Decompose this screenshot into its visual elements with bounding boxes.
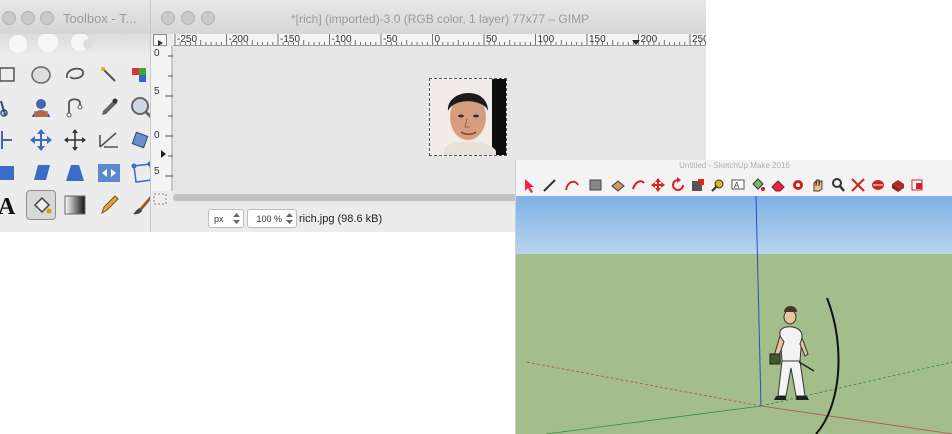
updown-arrows-icon xyxy=(286,213,293,224)
sky xyxy=(516,196,952,254)
paintbrush-tool-icon[interactable] xyxy=(128,190,152,220)
sketchup-window: Untitled - SketchUp Make 2016 A xyxy=(515,160,952,434)
rotate-tool-icon[interactable] xyxy=(128,125,152,155)
extension-warehouse-icon[interactable] xyxy=(890,177,906,193)
hruler-label: 0 xyxy=(434,34,441,45)
toolbox-titlebar: Toolbox - T... xyxy=(0,0,152,34)
image-window-titlebar: *[rich] (imported)-3.0 (RGB color, 1 lay… xyxy=(151,0,706,34)
measure-tool-icon[interactable] xyxy=(0,125,22,155)
tape-measure-icon[interactable] xyxy=(710,177,726,193)
hruler-label: 150 xyxy=(589,34,606,45)
file-info-label: rich.jpg (98.6 kB) xyxy=(299,213,383,225)
sketchup-title: Untitled - SketchUp Make 2016 xyxy=(516,160,952,171)
portrait-photo xyxy=(430,79,506,155)
hruler-label: -100 xyxy=(331,34,352,45)
hruler-label: 250 xyxy=(692,34,706,45)
hruler-label: 200 xyxy=(640,34,658,45)
hruler-label: -50 xyxy=(383,34,398,45)
ground-plane xyxy=(516,254,952,434)
crop-tool-icon[interactable] xyxy=(94,125,124,155)
rectangle-tool-icon[interactable] xyxy=(588,177,604,193)
scale-tool-icon[interactable] xyxy=(690,177,706,193)
hruler-label: -150 xyxy=(280,34,301,45)
pencil-tool-icon[interactable] xyxy=(94,190,124,220)
sketchup-viewport[interactable] xyxy=(516,195,952,434)
eraser-tool-icon[interactable] xyxy=(770,177,786,193)
scissors-select-icon[interactable] xyxy=(0,93,22,123)
paint-bucket-icon[interactable] xyxy=(750,177,766,193)
free-select-icon[interactable] xyxy=(60,60,90,90)
select-by-color-icon[interactable] xyxy=(128,60,152,90)
zoom-extents-icon[interactable] xyxy=(850,177,866,193)
fuzzy-select-icon[interactable] xyxy=(94,60,124,90)
shear-tool-icon[interactable] xyxy=(26,158,56,188)
rotate-tool-icon[interactable] xyxy=(670,177,686,193)
hruler-label: -200 xyxy=(228,34,249,45)
unit-value: px xyxy=(214,214,224,224)
orbit-tool-icon[interactable] xyxy=(790,177,806,193)
scale-tool-icon[interactable] xyxy=(0,158,22,188)
hruler-label: 50 xyxy=(486,34,498,45)
rect-select-icon[interactable] xyxy=(0,60,22,90)
vruler-label: 5 xyxy=(154,166,160,177)
hruler-label: -250 xyxy=(177,34,198,45)
svg-text:A: A xyxy=(0,194,16,220)
foreground-select-icon[interactable] xyxy=(26,93,56,123)
offset-tool-icon[interactable] xyxy=(630,177,646,193)
minimize-window-button[interactable] xyxy=(181,11,195,25)
image-layer[interactable] xyxy=(429,78,507,156)
wilber-logo-strip xyxy=(0,32,152,58)
perspective-tool-icon[interactable] xyxy=(60,158,90,188)
move-tool-icon[interactable] xyxy=(26,125,56,155)
push-pull-icon[interactable] xyxy=(610,177,626,193)
zoom-selector[interactable]: 100 % xyxy=(247,209,297,228)
line-tool-icon[interactable] xyxy=(542,177,558,193)
updown-arrows-icon xyxy=(233,213,240,224)
cage-transform-icon[interactable] xyxy=(128,158,152,188)
bucket-fill-icon[interactable] xyxy=(26,190,56,220)
move-tool-icon[interactable] xyxy=(650,177,666,193)
3d-warehouse-icon[interactable] xyxy=(870,177,886,193)
text-tool-icon[interactable]: A xyxy=(730,177,746,193)
color-picker-icon[interactable] xyxy=(94,93,124,123)
flip-tool-icon[interactable] xyxy=(94,158,124,188)
zoom-window-button[interactable] xyxy=(40,11,54,25)
close-window-button[interactable] xyxy=(161,11,175,25)
align-tool-icon[interactable] xyxy=(60,125,90,155)
svg-text:A: A xyxy=(734,181,740,190)
vruler-label: 0 xyxy=(154,48,160,59)
toolbox-row-partial xyxy=(0,226,152,232)
layout-send-icon[interactable] xyxy=(910,177,926,193)
zoom-value: 100 % xyxy=(256,214,282,224)
vruler-label: 0 xyxy=(154,130,160,141)
blend-tool-icon[interactable] xyxy=(60,190,90,220)
image-window-title: *[rich] (imported)-3.0 (RGB color, 1 lay… xyxy=(291,12,590,26)
hruler-label: 100 xyxy=(537,34,555,45)
image-menu-button[interactable] xyxy=(153,34,167,46)
unit-selector[interactable]: px xyxy=(208,209,244,228)
zoom-tool-icon[interactable] xyxy=(830,177,846,193)
paths-tool-icon[interactable] xyxy=(60,93,90,123)
pan-tool-icon[interactable] xyxy=(810,177,826,193)
vruler-label: 5 xyxy=(154,86,160,97)
minimize-window-button[interactable] xyxy=(21,11,35,25)
horizontal-ruler[interactable]: -250 -200 -150 -100 -50 0 50 100 150 200 250 xyxy=(173,34,706,46)
vertical-ruler[interactable]: 0 5 0 5 xyxy=(151,46,173,191)
ellipse-select-icon[interactable] xyxy=(26,60,56,90)
quick-mask-toggle[interactable] xyxy=(153,192,167,205)
gimp-toolbox-window: Toolbox - T... A xyxy=(0,0,152,232)
model-scene xyxy=(516,195,952,434)
zoom-tool-icon[interactable] xyxy=(128,93,152,123)
close-window-button[interactable] xyxy=(2,11,16,25)
arc-tool-icon[interactable] xyxy=(564,177,580,193)
text-tool-icon[interactable]: A xyxy=(0,190,22,220)
select-arrow-icon[interactable] xyxy=(522,177,538,193)
toolbox-title: Toolbox - T... xyxy=(63,11,137,26)
zoom-window-button[interactable] xyxy=(201,11,215,25)
